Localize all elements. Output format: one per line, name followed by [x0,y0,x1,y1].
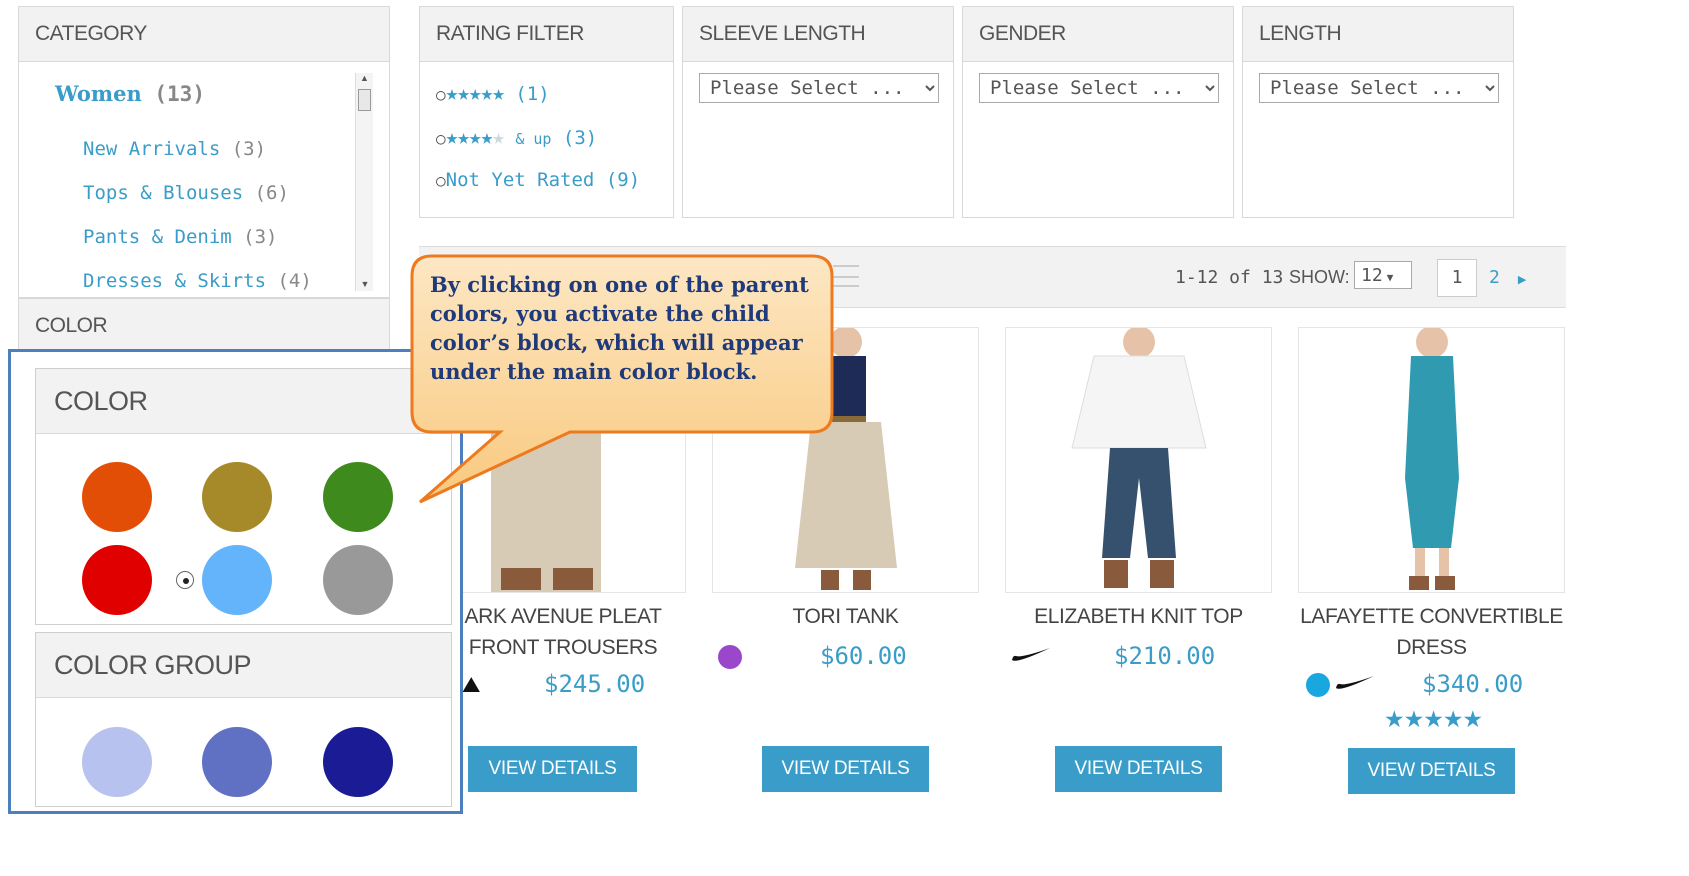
category-root-name[interactable]: Women [55,81,142,106]
gender-panel: GENDER Please Select ... [962,6,1234,218]
length-select[interactable]: Please Select ... [1259,73,1499,103]
child-color-swatch[interactable] [82,727,152,797]
category-scrollbar[interactable]: ▲ ▼ [355,73,373,291]
page-current[interactable]: 1 [1437,259,1477,297]
child-color-swatch[interactable] [202,727,272,797]
category-panel: CATEGORY Women (13) New Arrivals (3) Top… [18,6,390,298]
product-title[interactable]: TORI TANK [712,601,979,632]
product-image[interactable] [1005,327,1272,593]
nike-swoosh-icon [1336,676,1374,689]
chevron-down-icon: ▼ [1386,271,1394,284]
scroll-up-icon[interactable]: ▲ [356,73,373,83]
length-panel: LENGTH Please Select ... [1242,6,1514,218]
scroll-down-icon[interactable]: ▼ [356,279,374,289]
page-link[interactable]: 2 [1481,260,1507,296]
scroll-thumb[interactable] [358,89,371,111]
product-title[interactable]: ARK AVENUE PLEAT FRONT TROUSERS [440,601,686,663]
parent-color-swatch[interactable] [202,462,272,532]
product-price: $60.00 [820,642,907,670]
category-list: New Arrivals (3) Tops & Blouses (6) Pant… [83,127,312,303]
sleeve-length-heading: SLEEVE LENGTH [683,7,953,62]
parent-color-swatch[interactable] [82,545,152,615]
show-select[interactable]: 12 ▼ [1354,261,1412,289]
nike-swoosh-icon [1012,648,1050,661]
rating-filter-heading: RATING FILTER [420,7,673,62]
child-color-swatch[interactable] [323,727,393,797]
adidas-icon: ⛰ [462,672,481,697]
parent-color-swatch[interactable] [323,462,393,532]
product-image[interactable] [1298,327,1565,593]
product-rating-stars: ★★★★★ [1384,706,1483,732]
view-details-button[interactable]: VIEW DETAILS [1348,748,1515,794]
zoom-color-panel: COLOR [35,368,452,625]
product-title[interactable]: LAFAYETTE CONVERTIBLE DRESS [1298,601,1565,663]
product-title[interactable]: ELIZABETH KNIT TOP [1005,601,1272,632]
sleeve-length-select[interactable]: Please Select ... [699,73,939,103]
color-swatch[interactable] [1306,673,1330,697]
gender-heading: GENDER [963,7,1233,62]
parent-color-swatch[interactable] [82,462,152,532]
length-heading: LENGTH [1243,7,1513,62]
color-heading-behind: COLOR [19,299,389,354]
gender-select[interactable]: Please Select ... [979,73,1219,103]
category-item[interactable]: Tops & Blouses (6) [83,171,312,215]
zoom-overlay-frame: COLOR COLOR GROUP [8,349,463,814]
product-price: $210.00 [1114,642,1216,670]
product-price: $340.00 [1422,670,1524,698]
category-item[interactable]: New Arrivals (3) [83,127,312,171]
parent-color-swatch-selected[interactable] [202,545,272,615]
rating-option-4up[interactable]: ○★★★★★ & up (3) [436,125,597,149]
callout-text: By clicking on one of the parent colors,… [430,272,809,384]
category-item[interactable]: Pants & Denim (3) [83,215,312,259]
selected-radio-icon[interactable] [176,571,194,589]
view-details-button[interactable]: VIEW DETAILS [468,746,637,792]
category-heading: CATEGORY [19,7,389,62]
results-range: 1-12 of 13 [1175,267,1284,288]
view-details-button[interactable]: VIEW DETAILS [762,746,929,792]
product-price: $245.00 [544,670,646,698]
color-swatch[interactable] [718,645,742,669]
rating-option-5[interactable]: ○★★★★★ (1) [436,81,550,105]
knit-top-image [1071,328,1207,588]
category-item[interactable]: Dresses & Skirts (4) [83,259,312,303]
rating-filter-panel: RATING FILTER ○★★★★★ (1) ○★★★★★ & up (3)… [419,6,674,218]
view-details-button[interactable]: VIEW DETAILS [1055,746,1222,792]
dress-image [1405,328,1459,590]
show-label: SHOW: [1289,267,1350,287]
parent-color-swatch[interactable] [323,545,393,615]
category-root[interactable]: Women (13) [55,81,205,106]
zoom-color-heading: COLOR [36,369,451,434]
zoom-color-group-heading: COLOR GROUP [36,633,451,698]
zoom-color-group-panel: COLOR GROUP [35,632,452,807]
sleeve-length-panel: SLEEVE LENGTH Please Select ... [682,6,954,218]
pagination: 1 2 ▶ [1437,259,1526,297]
next-page-icon[interactable]: ▶ [1518,274,1526,286]
rating-option-not-rated[interactable]: ○Not Yet Rated (9) [436,169,640,191]
